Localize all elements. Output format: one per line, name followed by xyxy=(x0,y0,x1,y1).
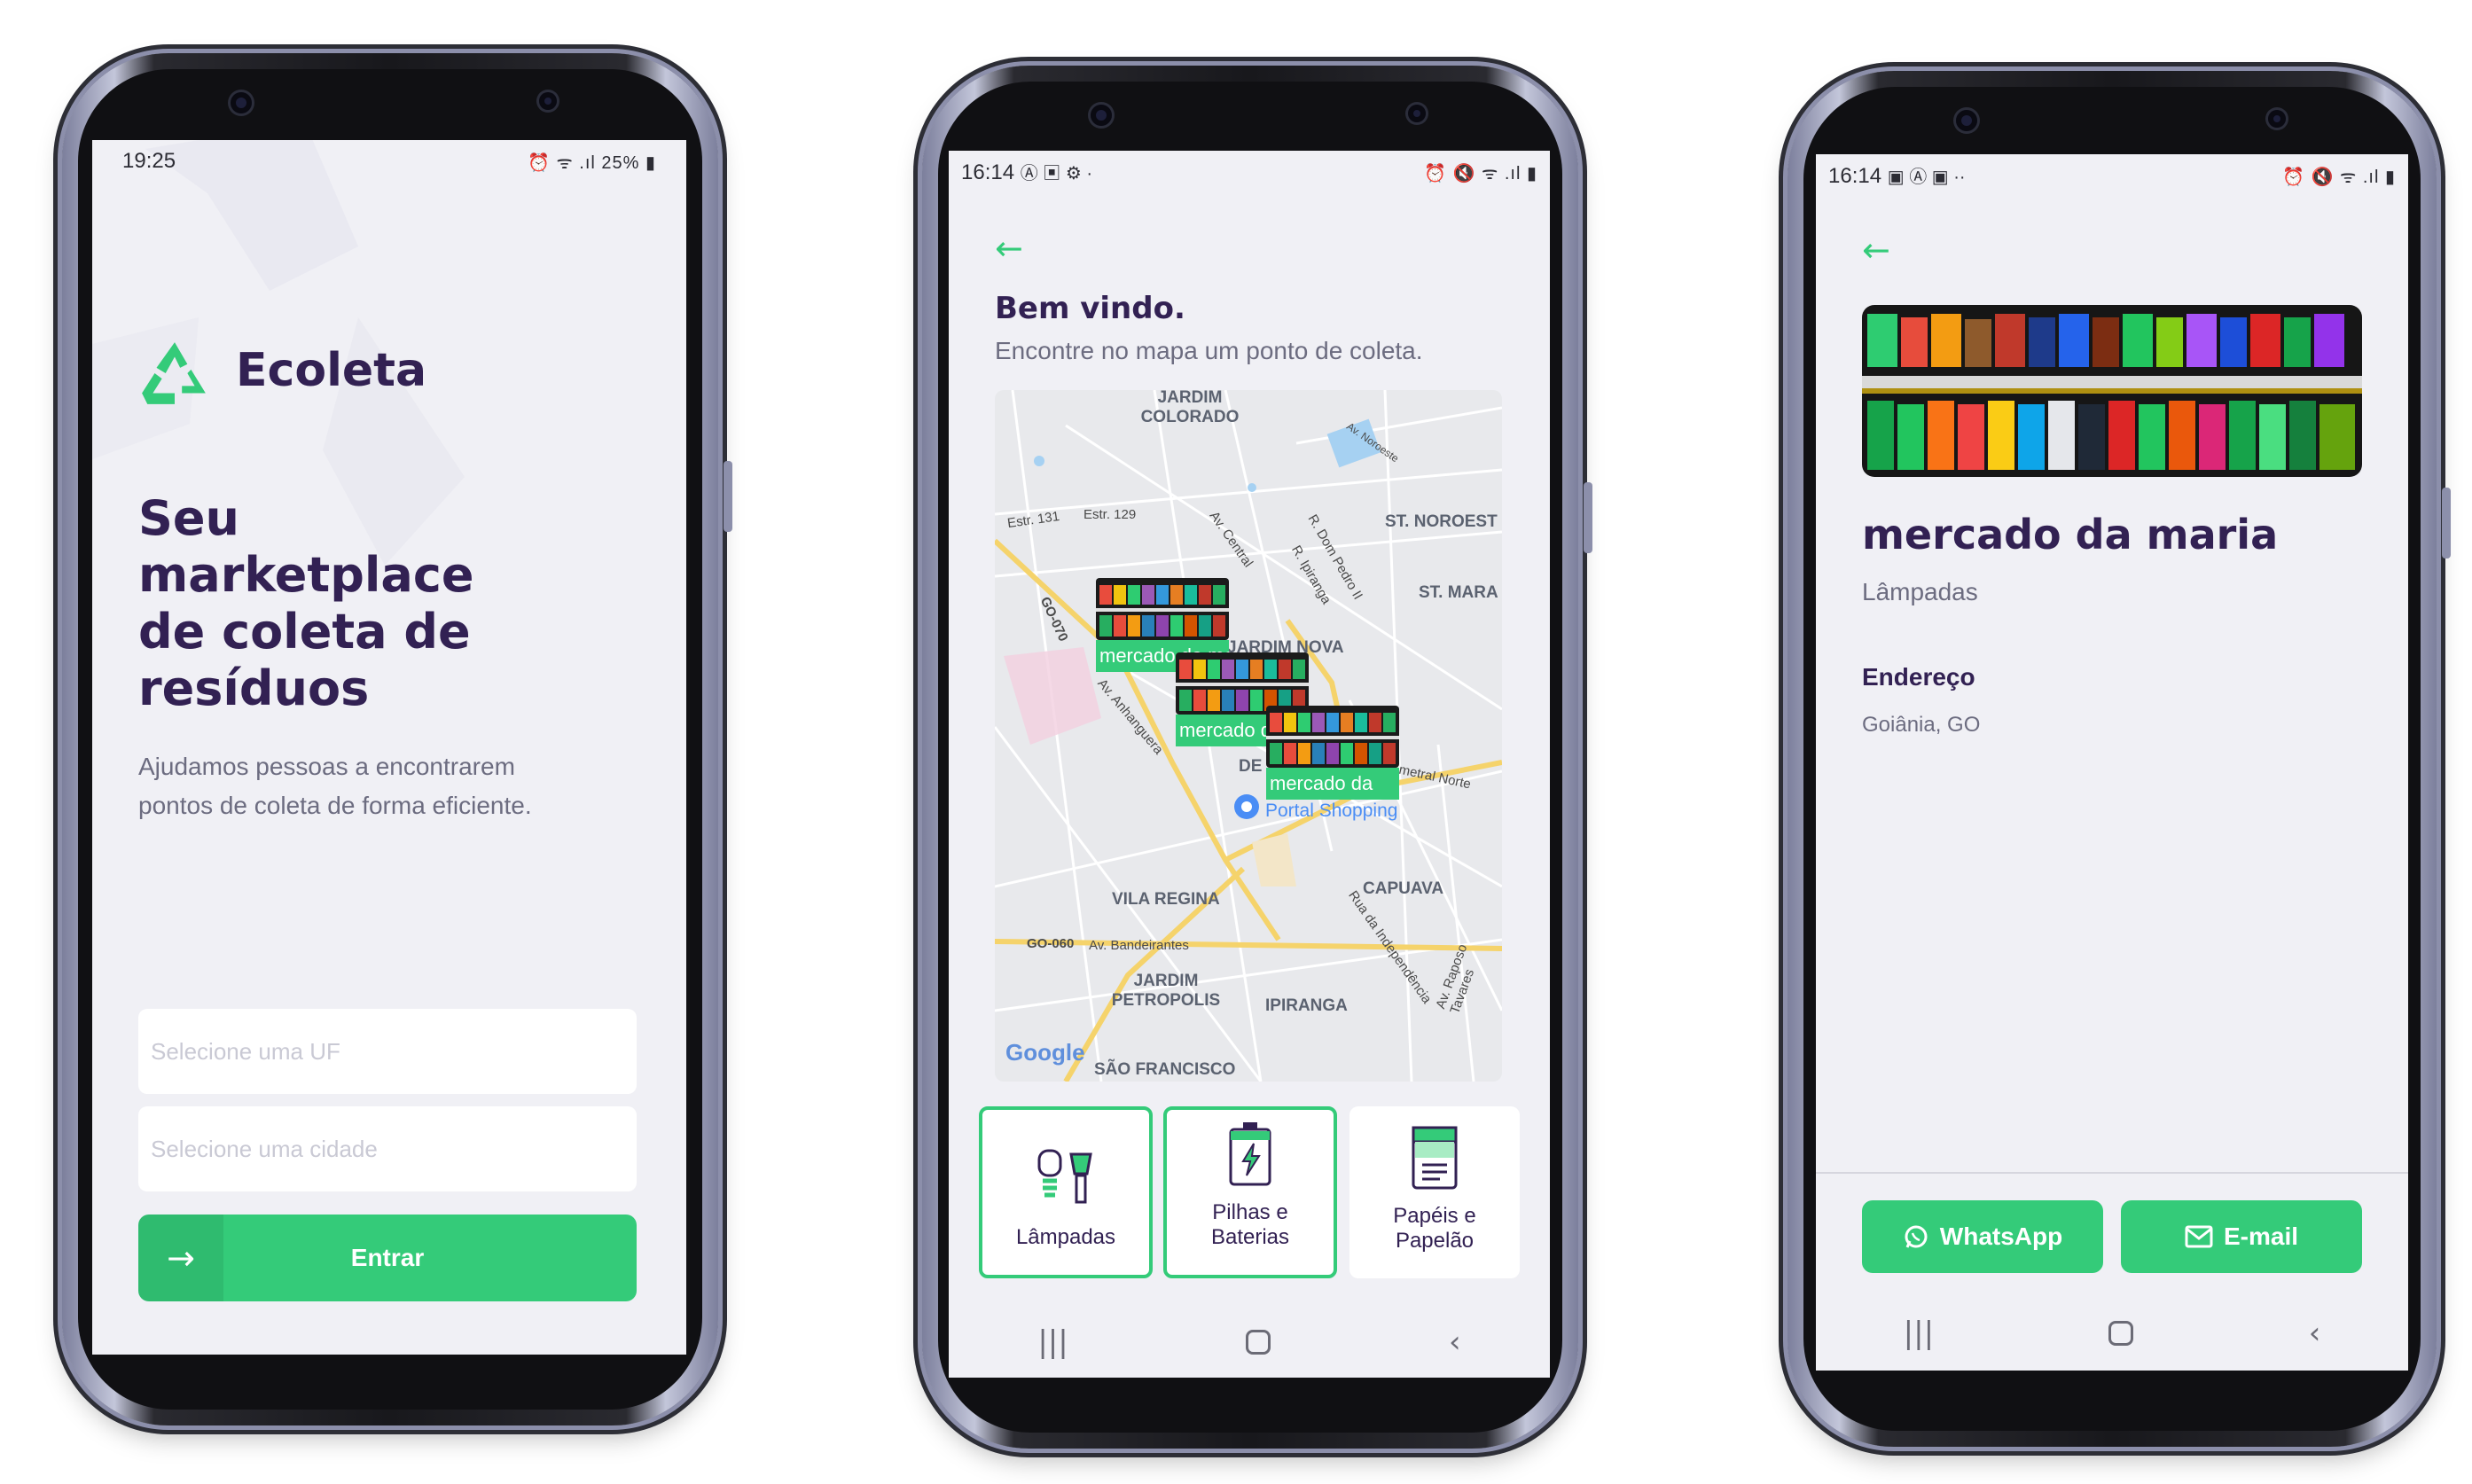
home-button[interactable] xyxy=(2108,1321,2134,1346)
uf-placeholder: Selecione uma UF xyxy=(151,1037,340,1065)
status-icons: ⏰ 🔇 ᯤ .ıl ▮ xyxy=(2282,167,2396,187)
whatsapp-button[interactable]: WhatsApp xyxy=(1862,1200,2103,1273)
map-label-jardim-colorado: JARDIM COLORADO xyxy=(1140,390,1240,426)
home-screen: 19:25 ⏰ ᯤ .ıl 25% ▮ Ecoleta Seu marketpl… xyxy=(92,140,686,1355)
google-logo-text: Google xyxy=(1005,1039,1085,1066)
road-go-060: GO-060 xyxy=(1027,936,1075,951)
android-nav-bar: ||| ‹ xyxy=(1816,1298,2408,1369)
recycle-icon xyxy=(142,342,206,404)
nav-back-button[interactable]: ‹ xyxy=(2309,1316,2321,1351)
home-headline: Seu marketplace de coleta de resíduos xyxy=(138,490,474,716)
city-select[interactable]: Selecione uma cidade xyxy=(138,1106,637,1191)
front-camera xyxy=(1091,105,1112,126)
app-name: Ecoleta xyxy=(236,344,427,397)
uf-select[interactable]: Selecione uma UF xyxy=(138,1009,637,1094)
detail-screen: 16:14 ▣ Ⓐ ▣ ·· ⏰ 🔇 ᯤ .ıl ▮ ← mercado da … xyxy=(1816,154,2408,1371)
map-label-st-mara: ST. MARA xyxy=(1419,583,1498,602)
map-label-portal-shopping: Portal Shopping xyxy=(1265,801,1398,821)
road-av-bandeirantes: Av. Bandeirantes xyxy=(1089,938,1189,953)
map-label-st-noroeste: ST. NOROEST xyxy=(1385,512,1498,531)
points-screen: 16:14 Ⓐ ▣ ⚙ · ⏰ 🔇 ᯤ .ıl ▮ ← Bem vindo. E… xyxy=(949,151,1550,1378)
address-title: Endereço xyxy=(1862,663,1975,691)
arrow-right-icon: → xyxy=(138,1215,223,1301)
category-label: Lâmpadas xyxy=(1015,1225,1116,1249)
address-text: Goiânia, GO xyxy=(1862,713,1981,737)
whatsapp-label: WhatsApp xyxy=(1939,1222,2063,1250)
market-shelves-image xyxy=(1862,305,2362,477)
status-time: 19:25 xyxy=(122,149,176,173)
enter-button-label: Entrar xyxy=(350,1244,425,1271)
status-time: 16:14 xyxy=(961,160,1015,184)
welcome-subtitle: Encontre no mapa um ponto de coleta. xyxy=(995,337,1423,364)
map-view[interactable]: JARDIM COLORADO ST. NOROEST ST. MARA JAR… xyxy=(995,390,1502,1082)
whatsapp-icon xyxy=(1905,1225,1928,1248)
home-description: Ajudamos pessoas a encontrarem pontos de… xyxy=(138,753,532,819)
recent-apps-button[interactable]: ||| xyxy=(1037,1324,1068,1360)
enter-button[interactable]: → Entrar xyxy=(138,1215,637,1301)
status-bar: 19:25 ⏰ ᯤ .ıl 25% ▮ xyxy=(92,140,686,183)
phone-frame-detail: 16:14 ▣ Ⓐ ▣ ·· ⏰ 🔇 ᯤ .ıl ▮ ← mercado da … xyxy=(1788,71,2451,1447)
road-estr-129: Estr. 129 xyxy=(1083,507,1137,522)
city-placeholder: Selecione uma cidade xyxy=(151,1135,378,1162)
back-arrow-icon[interactable]: ← xyxy=(1862,230,1890,269)
point-name: mercado da maria xyxy=(1862,511,2279,558)
mail-icon xyxy=(2185,1225,2213,1248)
status-bar: 16:14 ▣ Ⓐ ▣ ·· ⏰ 🔇 ᯤ .ıl ▮ xyxy=(1816,154,2408,197)
map-marker[interactable]: mercado da xyxy=(1266,706,1399,800)
sensor xyxy=(1408,105,1426,122)
google-logo: Google xyxy=(1005,1039,1085,1066)
sensor xyxy=(2268,110,2286,128)
back-arrow-icon[interactable]: ← xyxy=(995,229,1023,268)
marker-image xyxy=(1266,706,1399,768)
recent-apps-button[interactable]: ||| xyxy=(1904,1316,1934,1351)
category-lampadas[interactable]: Lâmpadas xyxy=(979,1106,1153,1278)
nav-back-button[interactable]: ‹ xyxy=(1449,1324,1461,1360)
status-icons: ⏰ 🔇 ᯤ .ıl ▮ xyxy=(1424,163,1537,184)
point-items: Lâmpadas xyxy=(1862,578,1978,605)
category-label: Papéis e Papelão xyxy=(1393,1204,1476,1253)
status-time-group: 16:14 ▣ Ⓐ ▣ ·· xyxy=(1828,162,1966,189)
side-button xyxy=(2442,488,2451,558)
map-label-capuava: CAPUAVA xyxy=(1363,879,1444,898)
paper-icon xyxy=(1412,1126,1458,1190)
home-button[interactable] xyxy=(1246,1330,1271,1355)
status-time-group: 16:14 Ⓐ ▣ ⚙ · xyxy=(961,159,1092,185)
phone-frame-home: 19:25 ⏰ ᯤ .ıl 25% ▮ Ecoleta Seu marketpl… xyxy=(62,53,732,1425)
phone-frame-points: 16:14 Ⓐ ▣ ⚙ · ⏰ 🔇 ᯤ .ıl ▮ ← Bem vindo. E… xyxy=(922,66,1592,1449)
battery-icon xyxy=(1229,1122,1271,1186)
map-label-jardim-petropolis: JARDIM PETROPOLIS xyxy=(1111,972,1221,1010)
front-camera xyxy=(1956,110,1977,131)
footer-divider xyxy=(1816,1172,2408,1174)
sensor xyxy=(539,92,557,110)
marker-label: mercado da xyxy=(1266,768,1399,800)
front-camera xyxy=(231,92,252,113)
status-left-icons: ▣ Ⓐ ▣ ·· xyxy=(1887,168,1966,187)
map-label-sao-francisco: SÃO FRANCISCO xyxy=(1094,1060,1236,1079)
status-left-icons: Ⓐ ▣ ⚙ · xyxy=(1020,164,1092,184)
side-button xyxy=(724,461,732,532)
category-label: Pilhas e Baterias xyxy=(1210,1200,1290,1249)
email-button[interactable]: E-mail xyxy=(2121,1200,2362,1273)
map-label-vila-regina: VILA REGINA xyxy=(1112,890,1220,909)
lamp-icon xyxy=(1037,1149,1092,1204)
map-label-de: DE xyxy=(1239,757,1263,776)
status-icons: ⏰ ᯤ .ıl 25% ▮ xyxy=(528,152,656,173)
side-button xyxy=(1584,482,1592,553)
marker-image xyxy=(1096,578,1229,640)
category-pilhas[interactable]: Pilhas e Baterias xyxy=(1163,1106,1337,1278)
status-bar: 16:14 Ⓐ ▣ ⚙ · ⏰ 🔇 ᯤ .ıl ▮ xyxy=(949,151,1550,193)
point-image xyxy=(1862,305,2362,477)
android-nav-bar: ||| ‹ xyxy=(949,1307,1550,1378)
welcome-title: Bem vindo. xyxy=(995,291,1185,326)
status-time: 16:14 xyxy=(1828,164,1882,188)
category-papeis[interactable]: Papéis e Papelão xyxy=(1349,1106,1520,1278)
map-label-ipiranga: IPIRANGA xyxy=(1265,996,1348,1015)
email-label: E-mail xyxy=(2223,1222,2299,1250)
